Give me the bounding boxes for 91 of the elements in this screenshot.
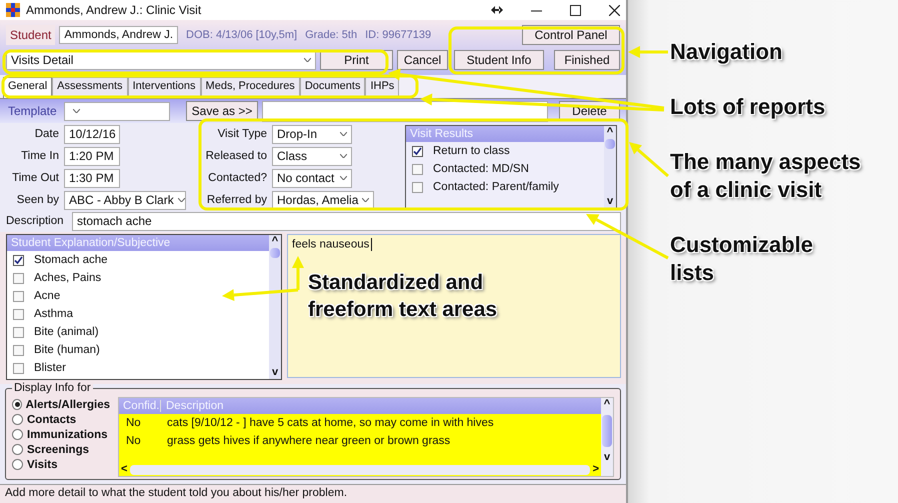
list-item[interactable]: Acne [7, 287, 269, 305]
student-name-field[interactable]: Ammonds, Andrew J. [59, 26, 178, 44]
list-header: Student Explanation/Subjective [7, 235, 269, 251]
checkbox[interactable] [13, 308, 24, 320]
chevron-down-icon[interactable] [340, 154, 347, 158]
list-item[interactable]: Blister [7, 359, 269, 377]
checkbox[interactable] [13, 290, 24, 302]
callout-text: Standardized and freeform text areas [308, 270, 498, 323]
list-item[interactable]: Contacted: MD/SN [406, 160, 604, 178]
list-item[interactable]: Contacted: Parent/family [406, 178, 604, 196]
chevron-down-icon[interactable] [304, 58, 311, 62]
maximize-icon[interactable] [570, 4, 581, 16]
save-as-button[interactable]: Save as >> [186, 101, 258, 121]
status-bar: Add more detail to what the student told you about his/her problem. [0, 484, 626, 503]
field-label: Time In [20, 150, 59, 162]
chevron-down-icon[interactable] [340, 132, 347, 136]
radio-button[interactable] [12, 414, 23, 425]
window-title: Ammonds, Andrew J.: Clinic Visit [26, 3, 202, 17]
column-header: Confid. [119, 400, 161, 412]
radio-button[interactable] [12, 459, 23, 470]
scrollbar[interactable]: ^ v [269, 235, 281, 379]
checkbox[interactable] [412, 182, 423, 192]
list-item[interactable]: Bite (animal) [7, 323, 269, 341]
student-label: Student [6, 24, 56, 44]
radio-button[interactable] [12, 429, 23, 440]
description-field[interactable]: stomach ache [72, 212, 621, 230]
checkbox[interactable] [13, 344, 24, 356]
chevron-down-icon[interactable] [340, 176, 347, 180]
field-label: Released to [204, 150, 267, 162]
finished-button[interactable]: Finished [554, 50, 620, 70]
callout-text: The many aspects of a clinic visit [670, 148, 862, 204]
group-title: Display Info for [12, 382, 93, 394]
callout-arrow [629, 142, 669, 178]
table-cell-text: No [125, 435, 142, 447]
list-item[interactable]: Stomach ache [7, 251, 269, 269]
list-item[interactable]: Return to class [406, 142, 604, 160]
resize-icon[interactable] [491, 6, 503, 14]
field-label: Contacted? [207, 172, 267, 184]
checkbox[interactable] [412, 146, 423, 156]
radio-option[interactable]: Immunizations [12, 427, 110, 442]
checkbox[interactable] [13, 272, 24, 284]
student-id-text: ID: 99677139 [365, 28, 432, 40]
grade-text: Grade: 5th [305, 28, 358, 40]
callout-arrow [628, 46, 668, 58]
staff-select[interactable]: ABC - Abby B Clark [64, 190, 186, 210]
scrollbar[interactable]: ^ v [601, 398, 613, 476]
chevron-down-icon[interactable] [362, 198, 370, 202]
cancel-button[interactable]: Cancel [397, 50, 448, 70]
input-field[interactable]: 1:20 PM [64, 146, 120, 166]
checkbox[interactable] [13, 362, 24, 374]
field-label: Date [34, 128, 59, 140]
checkbox[interactable] [412, 164, 423, 174]
list-item[interactable]: Aches, Pains [7, 269, 269, 287]
table-cell-text: cats [9/10/12 - ] have 5 cats at home, so may come in with hives [166, 417, 494, 429]
student-info-button[interactable]: Student Info [454, 50, 544, 70]
callout-text: Customizable lists [670, 231, 814, 287]
input-field[interactable]: 10/12/16 [64, 124, 120, 144]
dropdown[interactable]: Hordas, Amelia [272, 190, 374, 210]
cross-logo-icon [6, 3, 20, 17]
dropdown[interactable]: No contact [272, 168, 352, 188]
checkbox[interactable] [13, 326, 24, 338]
scrollbar[interactable]: ^ v [604, 126, 616, 208]
checkbox[interactable] [13, 254, 24, 266]
callout-text: Navigation [670, 38, 784, 66]
dropdown[interactable]: Class [272, 146, 352, 166]
template-label: Template [7, 104, 58, 118]
chevron-down-icon[interactable] [73, 109, 80, 113]
radio-button[interactable] [12, 444, 23, 455]
radio-option[interactable]: Screenings [12, 442, 110, 457]
radio-option[interactable]: Visits [12, 457, 110, 472]
radio-button[interactable] [12, 399, 22, 410]
table-cell-text: grass gets hives if anywhere near green or brown grass [166, 435, 450, 447]
dropdown[interactable]: Drop-In [272, 124, 352, 144]
chevron-down-icon[interactable] [178, 198, 185, 202]
list-item[interactable]: Bite (human) [7, 341, 269, 359]
field-label: Referred by [206, 194, 267, 206]
description-label: Description [6, 215, 65, 227]
input-field[interactable]: 1:30 PM [64, 168, 120, 188]
field-label: Seen by [16, 194, 59, 206]
field-label: Time Out [11, 172, 59, 184]
column-header: Description [165, 400, 224, 412]
list-item[interactable]: Asthma [7, 305, 269, 323]
table-cell-text: No [125, 417, 142, 429]
radio-option[interactable]: Contacts [12, 412, 110, 427]
list-header: Visit Results [406, 126, 604, 142]
radio-option[interactable]: Alerts/Allergies [12, 397, 110, 412]
dob-text: DOB: 4/13/06 [10y,5m] [186, 28, 298, 40]
notes-text-area[interactable]: feels nauseous Standardized and freeform text areas [287, 234, 621, 378]
field-label: Visit Type [216, 128, 267, 140]
callout-text: Lots of reports [670, 93, 826, 121]
close-icon[interactable] [609, 4, 620, 16]
